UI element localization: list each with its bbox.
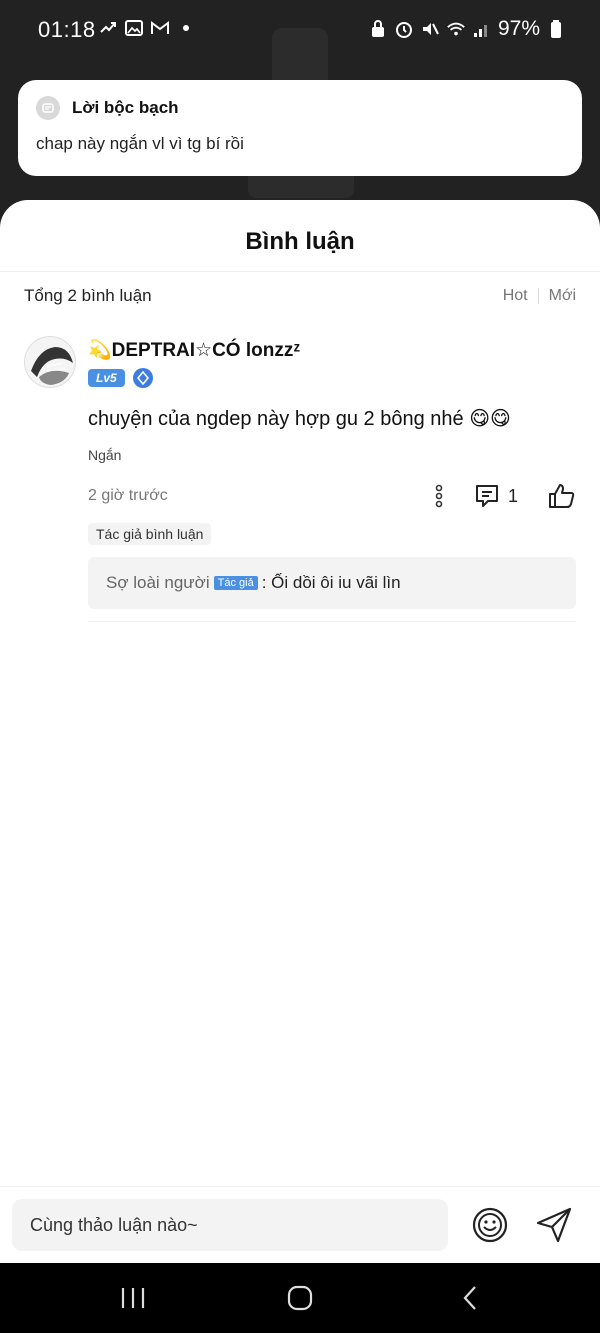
alarm-icon: [394, 19, 414, 39]
user-badges: Lv5: [88, 368, 576, 388]
comment-time: 2 giờ trước: [88, 487, 168, 504]
comment-username[interactable]: 💫DEPTRAI☆CÓ lonzzᶻ: [88, 338, 576, 362]
battery-percent: 97%: [497, 17, 540, 40]
divider: [0, 271, 600, 272]
comment-meta: 2 giờ trước 1: [88, 483, 576, 509]
reply-text: : Ối dồi ôi iu vãi lìn: [261, 573, 401, 592]
sort-new-button[interactable]: Mới: [549, 287, 576, 305]
image-icon: [124, 18, 144, 38]
home-button[interactable]: [280, 1283, 320, 1313]
note-body: chap này ngắn vl vì tg bí rồi: [36, 134, 244, 153]
short-label: Ngắn: [88, 447, 122, 463]
sort-group: Hot Mới: [503, 287, 576, 305]
back-icon: [463, 1286, 476, 1310]
recent-apps-icon: [121, 1288, 145, 1308]
comment-sheet: Bình luận Tổng 2 bình luận Hot Mới 💫DEPT…: [0, 200, 600, 1263]
like-button[interactable]: [548, 483, 576, 509]
sheet-title: Bình luận: [245, 228, 355, 255]
gem-badge-icon: [132, 368, 153, 388]
back-button[interactable]: [450, 1283, 490, 1313]
status-left-icons: [98, 18, 196, 38]
notification-icon: [98, 18, 118, 38]
send-button[interactable]: [534, 1205, 574, 1245]
emoji-button[interactable]: [470, 1205, 510, 1245]
emoji-icon: [472, 1207, 508, 1243]
comment-input[interactable]: Cùng thảo luận nào~: [12, 1199, 448, 1251]
navigation-bar: [0, 1263, 600, 1333]
home-icon: [287, 1285, 313, 1311]
more-vertical-icon: [435, 484, 443, 508]
status-time: 01:18: [38, 17, 96, 42]
more-options-button[interactable]: [434, 484, 444, 508]
avatar[interactable]: [24, 336, 76, 388]
comment-input-placeholder: Cùng thảo luận nào~: [30, 1214, 198, 1235]
reply-icon: [475, 485, 498, 507]
level-badge: Lv5: [88, 369, 125, 387]
note-card: Lời bộc bạch chap này ngắn vl vì tg bí r…: [18, 80, 582, 176]
status-right: 97%: [368, 17, 566, 41]
lock-icon: [368, 19, 388, 39]
background-figure: [272, 28, 328, 88]
comment-text: chuyện của ngdep này hợp gu 2 bông nhé 😋…: [88, 408, 511, 430]
total-comments-label: Tổng 2 bình luận: [24, 286, 152, 305]
note-header: Lời bộc bạch: [36, 96, 564, 120]
sort-hot-button[interactable]: Hot: [503, 287, 528, 305]
dot-icon: [176, 18, 196, 38]
comment-divider: [88, 621, 576, 622]
signal-icon: [472, 19, 492, 39]
gmail-icon: [150, 18, 170, 38]
comment-actions: 1: [434, 483, 576, 509]
total-row: Tổng 2 bình luận Hot Mới: [24, 286, 576, 306]
reply-button[interactable]: 1: [474, 483, 518, 509]
thumbs-up-icon: [549, 484, 575, 508]
author-comment-tag: Tác giả bình luận: [88, 523, 212, 545]
sort-separator: [537, 288, 539, 304]
reply-count: 1: [507, 485, 518, 506]
comment-input-bar: Cùng thảo luận nào~: [0, 1186, 600, 1263]
battery-icon: [546, 19, 566, 39]
note-title: Lời bộc bạch: [72, 98, 179, 117]
send-icon: [536, 1207, 572, 1243]
note-icon: [36, 96, 60, 120]
mute-icon: [420, 19, 440, 39]
recent-apps-button[interactable]: [113, 1283, 153, 1313]
reply-preview[interactable]: Sợ loài người Tác giả: Ối dồi ôi iu vãi l…: [88, 557, 576, 609]
reply-author-name[interactable]: Sợ loài người: [106, 573, 210, 592]
author-tag: Tác giả: [213, 576, 258, 590]
wifi-icon: [446, 19, 466, 39]
comment-body: 💫DEPTRAI☆CÓ lonzzᶻ Lv5 chuyện của ngdep …: [88, 336, 576, 622]
